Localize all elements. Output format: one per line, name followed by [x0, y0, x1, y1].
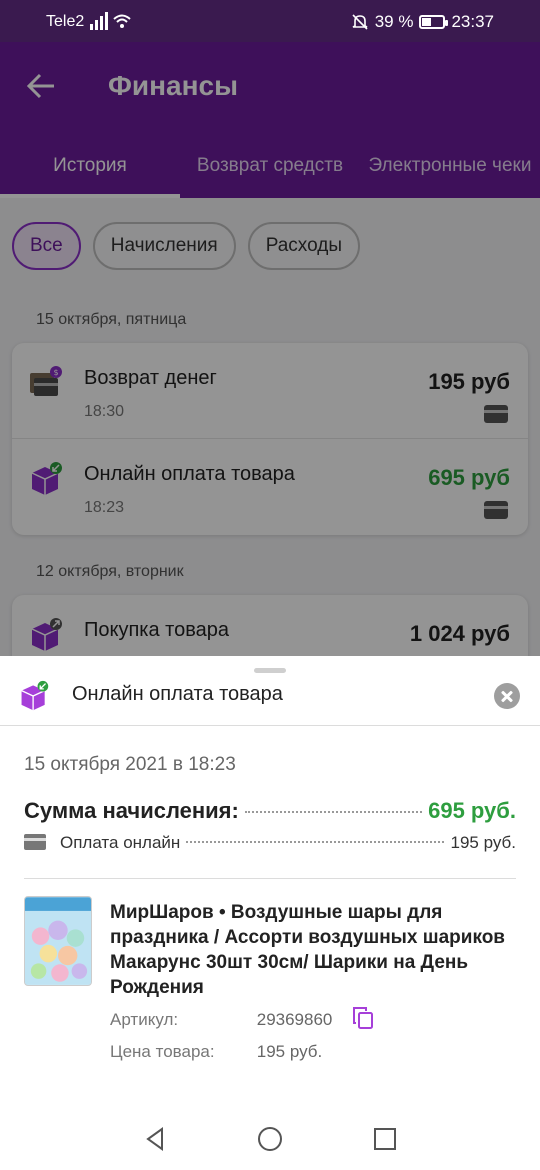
payment-label: Оплата онлайн	[60, 833, 181, 852]
dot-leader	[244, 811, 423, 813]
sum-row: Сумма начисления: 695 руб.	[24, 798, 516, 824]
divider	[24, 878, 516, 879]
sum-value: 695 руб.	[428, 798, 516, 823]
payment-row: Оплата онлайн 195 руб.	[24, 832, 516, 853]
price-row: Цена товара: 195 руб.	[110, 1042, 322, 1062]
nav-home-icon[interactable]	[257, 1126, 283, 1152]
clock: 23:37	[451, 12, 494, 31]
carrier-label: Tele2	[46, 13, 85, 30]
price-value: 195 руб.	[256, 1042, 323, 1061]
sum-label: Сумма начисления:	[24, 798, 239, 823]
article-label: Артикул:	[110, 1010, 179, 1029]
payment-value: 195 руб.	[450, 833, 516, 852]
price-label: Цена товара:	[110, 1042, 215, 1061]
signal-icon	[90, 12, 131, 30]
status-bar: Tele2 39 % 23:37	[0, 0, 540, 42]
divider	[0, 725, 540, 726]
product-name[interactable]: МирШаров • Воздушные шары для праздника …	[110, 900, 510, 1000]
battery-percent: 39 %	[374, 12, 414, 31]
battery-icon	[419, 15, 449, 29]
box-incoming-icon	[21, 680, 49, 711]
status-right: 39 % 23:37	[351, 12, 494, 32]
transaction-details-sheet: Онлайн оплата товара 15 октября 2021 в 1…	[0, 656, 540, 1170]
mute-icon	[352, 14, 368, 30]
sheet-title: Онлайн оплата товара	[72, 683, 283, 705]
dot-leader	[186, 841, 445, 843]
product-image[interactable]	[24, 896, 92, 986]
article-row: Артикул: 29369860	[110, 1010, 332, 1030]
drag-handle[interactable]	[254, 668, 286, 673]
close-icon[interactable]	[494, 683, 520, 709]
nav-back-icon[interactable]	[142, 1126, 168, 1152]
article-value: 29369860	[256, 1010, 333, 1029]
nav-recents-icon[interactable]	[372, 1126, 398, 1152]
card-icon	[24, 834, 46, 850]
transaction-datetime: 15 октября 2021 в 18:23	[24, 754, 236, 775]
system-nav-bar	[0, 1110, 540, 1170]
modal-scrim[interactable]	[0, 42, 540, 656]
copy-icon[interactable]	[352, 1006, 374, 1030]
